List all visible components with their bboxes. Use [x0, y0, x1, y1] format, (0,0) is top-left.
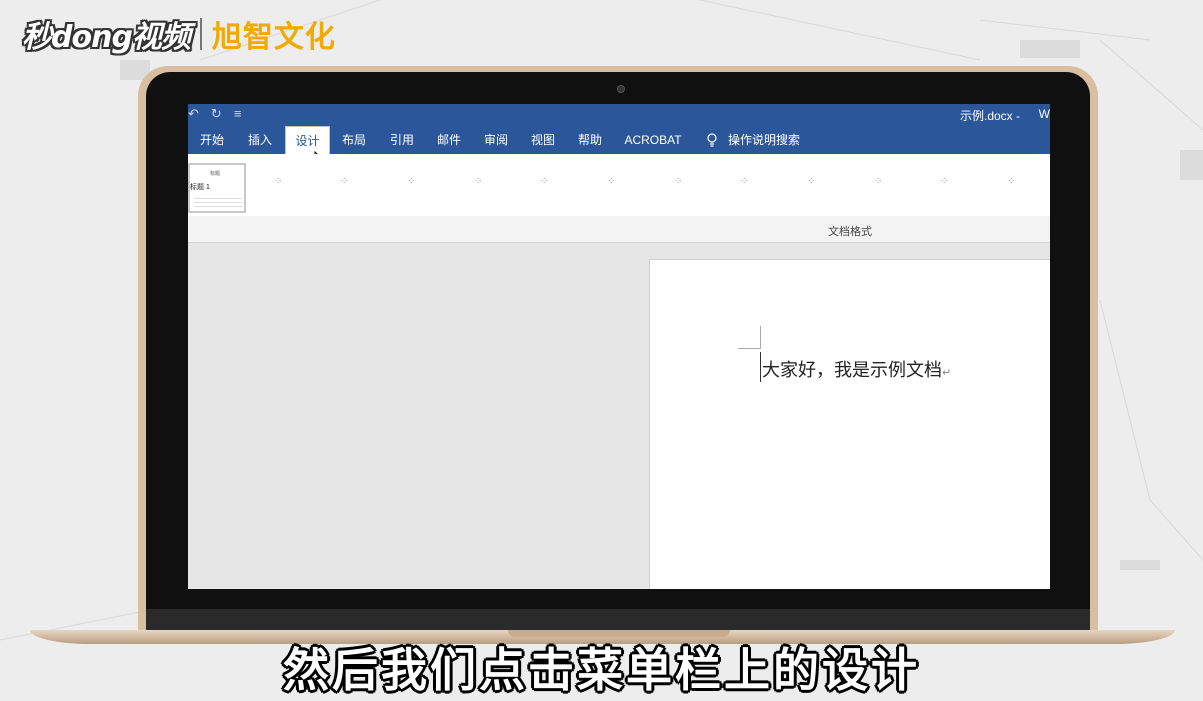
- tell-me-search[interactable]: 操作说明搜索: [724, 126, 804, 154]
- style-set-thumbnail[interactable]: 标题 标题 1: [188, 163, 246, 213]
- miaodong-logo: 秒dong视频: [22, 20, 191, 55]
- style-set-loading-icon[interactable]: ⁘: [607, 177, 615, 187]
- video-subtitle: 然后我们点击菜单栏上的设计: [283, 643, 920, 697]
- style-set-loading-icon[interactable]: ⁘: [874, 177, 882, 187]
- document-workspace: 大家好，我是示例文档↵: [188, 243, 1050, 589]
- style-thumb-lines: [194, 195, 242, 209]
- redo-icon[interactable]: ↻: [211, 106, 222, 122]
- paragraph-mark-icon: ↵: [942, 366, 952, 379]
- title-bar: ↶ ↻ ≡ 示例.docx - W: [188, 104, 1050, 126]
- ribbon-group-bar: 文档格式: [188, 216, 1050, 243]
- tab-review[interactable]: 审阅: [474, 126, 518, 154]
- laptop-chin: [146, 609, 1090, 631]
- style-set-loading-icon[interactable]: ⁘: [474, 177, 482, 187]
- app-name: W: [1038, 107, 1050, 121]
- style-set-loading-icon[interactable]: ⁘: [274, 177, 282, 187]
- document-paragraph: 大家好，我是示例文档: [762, 360, 942, 381]
- style-thumb-title: 标题: [210, 171, 221, 177]
- style-thumb-heading: 标题 1: [190, 184, 210, 191]
- xuzhi-logo: 旭智文化: [211, 20, 336, 55]
- style-set-loading-icon[interactable]: ⁘: [1007, 177, 1015, 187]
- tab-insert[interactable]: 插入: [238, 126, 282, 154]
- style-set-loading-icon[interactable]: ⁘: [740, 177, 748, 187]
- document-body-text[interactable]: 大家好，我是示例文档↵: [762, 356, 951, 382]
- tab-home[interactable]: 开始: [188, 126, 236, 154]
- tab-view[interactable]: 视图: [521, 126, 565, 154]
- quick-access-toolbar: ↶ ↻ ≡: [188, 106, 241, 122]
- lightbulb-icon: [707, 133, 717, 147]
- customize-qat-icon[interactable]: ≡: [234, 106, 242, 122]
- text-caret: [760, 352, 761, 382]
- tab-help[interactable]: 帮助: [568, 126, 612, 154]
- logo-divider: [199, 18, 202, 50]
- style-set-loading-icon[interactable]: ⁘: [407, 177, 415, 187]
- tab-mailings[interactable]: 邮件: [427, 126, 471, 154]
- webcam-icon: [617, 85, 625, 93]
- tab-layout[interactable]: 布局: [333, 126, 375, 154]
- document-title: 示例.docx -: [959, 109, 1020, 123]
- document-formatting-group-label: 文档格式: [828, 226, 872, 238]
- design-ribbon: 标题 标题 1 ⁘ ⁘ ⁘ ⁘ ⁘ ⁘ ⁘ ⁘ ⁘ ⁘ ⁘ ⁘: [188, 154, 1050, 217]
- tab-references[interactable]: 引用: [380, 126, 424, 154]
- style-set-loading-icon[interactable]: ⁘: [940, 177, 948, 187]
- style-set-loading-icon[interactable]: ⁘: [340, 177, 348, 187]
- style-set-loading-icon[interactable]: ⁘: [540, 177, 548, 187]
- ribbon-tab-bar: 开始 插入 设计 布局 引用 邮件 审阅 视图 帮助 ACROBAT 操作说明搜…: [188, 126, 1050, 170]
- brand-logos: 秒dong视频 旭智文化: [22, 10, 336, 58]
- tab-acrobat[interactable]: ACROBAT: [618, 126, 688, 154]
- style-set-loading-icon[interactable]: ⁘: [807, 177, 815, 187]
- style-set-loading-icon[interactable]: ⁘: [674, 177, 682, 187]
- margin-corner-mark: [738, 326, 761, 349]
- document-page[interactable]: 大家好，我是示例文档↵: [649, 259, 1050, 589]
- word-window: ↶ ↻ ≡ 示例.docx - W 开始 插入 设计 布局 引用 邮件 审阅 视…: [188, 104, 1050, 589]
- undo-icon[interactable]: ↶: [188, 106, 199, 122]
